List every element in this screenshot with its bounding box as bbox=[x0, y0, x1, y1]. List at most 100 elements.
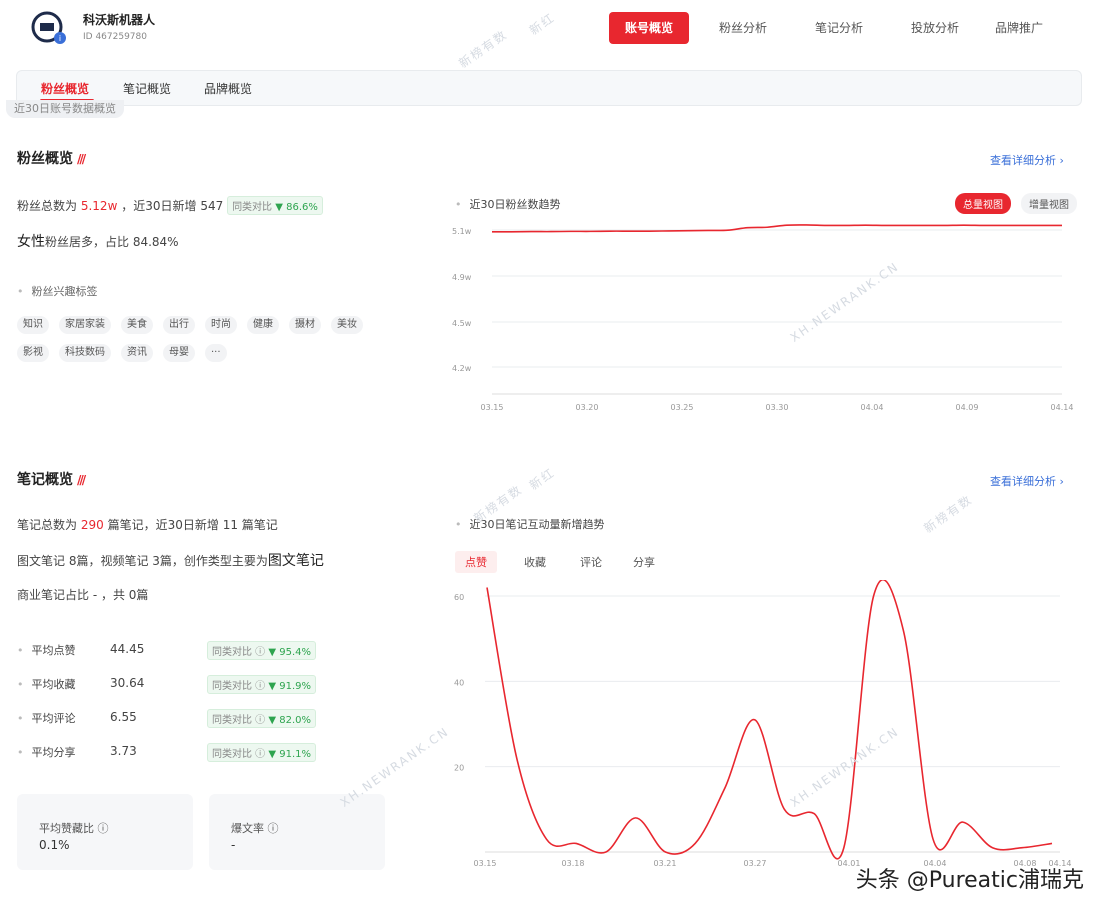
fans-trend-chart: 5.1w 4.9w 4.5w 4.2w 03.15 03.20 03.25 03.30 04.0… bbox=[452, 224, 1074, 412]
y-tick-label: 4.5w bbox=[452, 319, 472, 328]
avg-like-collect-ratio-card: 平均赞藏比 ⓘ 0.1% bbox=[17, 794, 193, 870]
x-tick-label: 03.15 bbox=[474, 859, 497, 868]
y-tick-label: 40 bbox=[454, 678, 464, 687]
fans-series-line bbox=[491, 224, 1062, 233]
interest-tag[interactable]: 美妆 bbox=[331, 316, 363, 334]
notes-type-text: 图文笔记 8篇，视频笔记 3篇，创作类型主要为 bbox=[17, 554, 268, 568]
footer-credit: 头条 @Pureatic浦瑞克 bbox=[855, 868, 1084, 893]
nav-fans-analysis[interactable]: 粉丝分析 bbox=[719, 12, 767, 44]
tab-notes-overview[interactable]: 笔记概览 bbox=[123, 80, 171, 97]
x-tick-label: 03.20 bbox=[576, 403, 599, 412]
x-tick-label: 03.18 bbox=[562, 859, 585, 868]
card-label: 平均赞藏比 ⓘ bbox=[39, 820, 109, 836]
notes-total-label: 笔记总数为 bbox=[17, 518, 78, 532]
card-label: 爆文率 ⓘ bbox=[231, 820, 279, 836]
watermark: 新榜有数 bbox=[921, 492, 976, 536]
tab-fans-overview[interactable]: 粉丝概览 bbox=[41, 80, 89, 97]
y-tick-label: 20 bbox=[454, 764, 464, 773]
x-tick-label: 04.14 bbox=[1051, 403, 1074, 412]
interest-tag[interactable]: 影视 bbox=[17, 344, 49, 362]
account-id: ID 467259780 bbox=[83, 32, 147, 42]
x-tick-label: 04.04 bbox=[861, 403, 884, 412]
notes-total-line: 笔记总数为 290 篇笔记，近30日新增 11 篇笔记 bbox=[17, 516, 278, 533]
watermark: 新红 bbox=[526, 10, 558, 38]
compare-label: 同类对比 bbox=[232, 202, 273, 213]
metric-tab-like[interactable]: 点赞 bbox=[455, 551, 497, 573]
stat-value: 44.45 bbox=[110, 642, 145, 656]
card-label-text: 平均赞藏比 bbox=[39, 822, 94, 835]
compare-pct: ▼ 91.9% bbox=[268, 681, 311, 692]
fans-total-label: 粉丝总数为 bbox=[17, 199, 78, 213]
interest-tag[interactable]: 健康 bbox=[247, 316, 279, 334]
help-icon[interactable]: ⓘ bbox=[98, 822, 109, 835]
fans-gender-line: 女性粉丝居多，占比 84.84% bbox=[17, 231, 179, 251]
nav-notes-analysis[interactable]: 笔记分析 bbox=[815, 12, 863, 44]
metric-tab-comment[interactable]: 评论 bbox=[580, 554, 602, 570]
metric-tab-share[interactable]: 分享 bbox=[633, 554, 655, 570]
compare-pct: ▼ 91.1% bbox=[268, 749, 311, 760]
brand-logo: i bbox=[30, 10, 68, 46]
fans-new-label: ，近30日新增 bbox=[121, 199, 197, 213]
interest-tag[interactable]: ··· bbox=[205, 344, 227, 362]
interest-tags: 知识 家居家装 美食 出行 时尚 健康 摄材 美妆影视 科技数码 资讯 母婴 ··· bbox=[17, 316, 397, 364]
fans-chart-title: 近30日粉丝数趋势 bbox=[455, 196, 561, 212]
nav-brand-promo[interactable]: 品牌推广 bbox=[995, 12, 1043, 44]
notes-new-label: 篇笔记，近30日新增 bbox=[107, 518, 219, 532]
notes-detail-link[interactable]: 查看详细分析 › bbox=[990, 473, 1064, 489]
stat-value: 30.64 bbox=[110, 676, 145, 690]
stat-label: 平均分享 bbox=[17, 744, 76, 760]
x-tick-label: 03.15 bbox=[481, 403, 504, 412]
stat-compare-badge: 同类对比 ⓘ ▼ 91.1% bbox=[207, 743, 316, 762]
increment-view-button[interactable]: 增量视图 bbox=[1021, 193, 1077, 214]
compare-label: 同类对比 ⓘ bbox=[212, 681, 269, 692]
stat-value: 6.55 bbox=[110, 710, 137, 724]
y-tick-label: 60 bbox=[454, 593, 464, 602]
nav-account-overview[interactable]: 账号概览 bbox=[609, 12, 689, 44]
help-icon[interactable]: ⓘ bbox=[268, 822, 279, 835]
interest-tag[interactable]: 知识 bbox=[17, 316, 49, 334]
compare-pct: ▼ 82.0% bbox=[268, 715, 311, 726]
compare-label: 同类对比 ⓘ bbox=[212, 647, 269, 658]
fans-new-value: 547 bbox=[200, 199, 224, 213]
notes-total-value: 290 bbox=[80, 518, 104, 532]
stat-label: 平均收藏 bbox=[17, 676, 76, 692]
tab-brand-overview[interactable]: 品牌概览 bbox=[204, 80, 252, 97]
title-accent-icon: /// bbox=[77, 152, 86, 166]
metric-tab-collect[interactable]: 收藏 bbox=[524, 554, 546, 570]
x-tick-label: 04.09 bbox=[956, 403, 979, 412]
interest-tag[interactable]: 科技数码 bbox=[59, 344, 111, 362]
interest-label: 粉丝兴趣标签 bbox=[17, 283, 98, 299]
compare-pct: ▼ 95.4% bbox=[268, 647, 311, 658]
interest-tag[interactable]: 出行 bbox=[163, 316, 195, 334]
y-tick-label: 4.9w bbox=[452, 273, 472, 282]
sub-nav-bar bbox=[16, 70, 1082, 106]
interest-tag[interactable]: 时尚 bbox=[205, 316, 237, 334]
fans-detail-link[interactable]: 查看详细分析 › bbox=[990, 152, 1064, 168]
y-tick-label: 5.1w bbox=[452, 227, 472, 236]
svg-text:i: i bbox=[59, 34, 61, 43]
notes-commercial-line: 商业笔记占比 - ，共 0篇 bbox=[17, 588, 149, 602]
total-view-button[interactable]: 总量视图 bbox=[955, 193, 1011, 214]
interest-tag[interactable]: 家居家装 bbox=[59, 316, 111, 334]
notes-new-value: 11 bbox=[222, 518, 238, 532]
notes-new-suffix: 篇笔记 bbox=[241, 518, 278, 532]
stat-label: 平均评论 bbox=[17, 710, 76, 726]
fans-section-title: 粉丝概览 /// bbox=[17, 148, 86, 168]
interest-tag[interactable]: 资讯 bbox=[121, 344, 153, 362]
notes-type-line: 图文笔记 8篇，视频笔记 3篇，创作类型主要为图文笔记 bbox=[17, 550, 324, 570]
viral-rate-card: 爆文率 ⓘ - bbox=[209, 794, 385, 870]
card-value: 0.1% bbox=[39, 838, 70, 852]
gender-prefix: 女性 bbox=[17, 234, 45, 250]
period-hint: 近30日账号数据概览 bbox=[6, 100, 124, 118]
x-tick-label: 03.30 bbox=[766, 403, 789, 412]
stat-compare-badge: 同类对比 ⓘ ▼ 91.9% bbox=[207, 675, 316, 694]
fans-summary-line: 粉丝总数为 5.12w ，近30日新增 547 同类对比 ▼ 86.6% bbox=[17, 196, 323, 215]
account-name: 科沃斯机器人 bbox=[83, 13, 156, 27]
nav-ads-analysis[interactable]: 投放分析 bbox=[911, 12, 959, 44]
interest-tag[interactable]: 美食 bbox=[121, 316, 153, 334]
interest-tag[interactable]: 母婴 bbox=[163, 344, 195, 362]
fans-compare-badge: 同类对比 ▼ 86.6% bbox=[227, 196, 323, 215]
x-tick-label: 03.25 bbox=[671, 403, 694, 412]
interest-tag[interactable]: 摄材 bbox=[289, 316, 321, 334]
x-tick-label: 03.21 bbox=[654, 859, 677, 868]
